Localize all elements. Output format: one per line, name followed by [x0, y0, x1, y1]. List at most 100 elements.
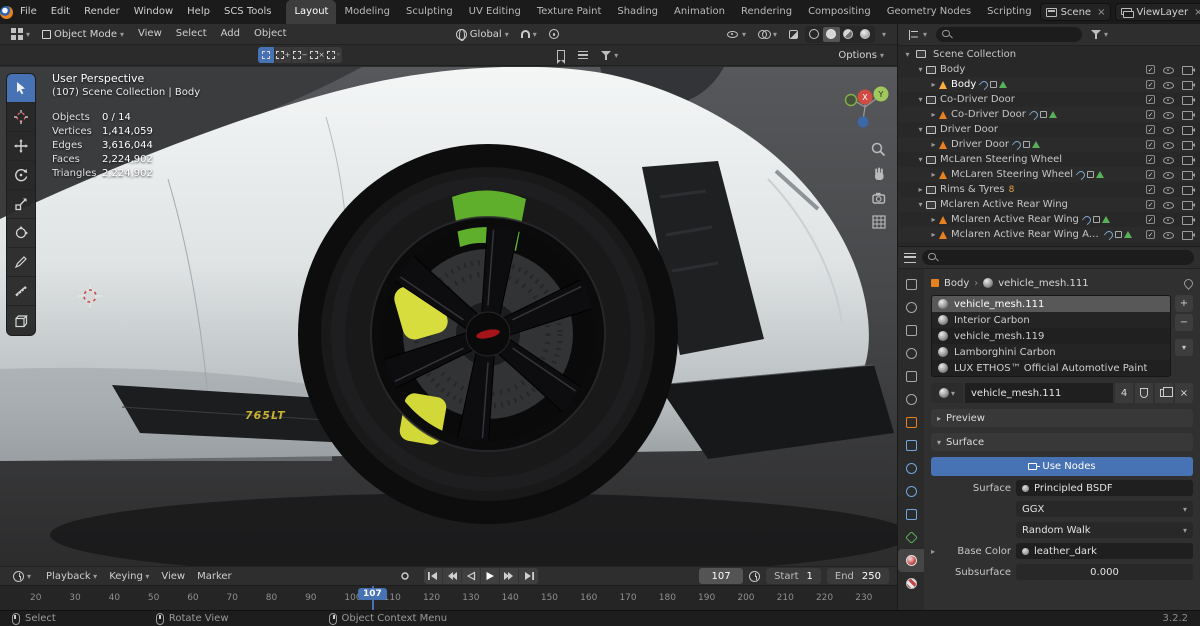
next-keyframe-button[interactable]	[500, 568, 520, 584]
workspace-tab[interactable]: Texture Paint	[529, 0, 610, 24]
workspace-tab[interactable]: Sculpting	[398, 0, 461, 24]
jump-to-start-button[interactable]	[424, 568, 444, 584]
jump-to-end-button[interactable]	[519, 568, 538, 584]
unlink-material-button[interactable]	[1175, 383, 1193, 403]
distribution-dropdown[interactable]: GGX	[1016, 501, 1193, 517]
selectable-checkbox-icon[interactable]	[1146, 95, 1155, 104]
selectable-checkbox-icon[interactable]	[1146, 65, 1155, 74]
material-slot[interactable]: Interior Carbon	[932, 312, 1170, 328]
timeline-editor-type-button[interactable]	[8, 567, 36, 585]
pan-hand-icon[interactable]	[870, 165, 888, 183]
world-tab[interactable]	[898, 388, 924, 411]
hide-in-viewport-eye-icon[interactable]	[1162, 139, 1175, 150]
menu-item[interactable]: Add	[214, 22, 247, 46]
disable-in-render-camera-icon[interactable]	[1182, 125, 1195, 135]
shading-rendered-button[interactable]	[857, 27, 874, 42]
selectable-checkbox-icon[interactable]	[1146, 80, 1155, 89]
constraints-tab[interactable]	[898, 503, 924, 526]
measure-tool[interactable]	[7, 277, 35, 306]
material-slot[interactable]: LUX ETHOS™ Official Automotive Paint	[932, 360, 1170, 376]
add-material-slot-button[interactable]	[1175, 295, 1193, 312]
navigation-gizmo[interactable]: X Y	[839, 81, 891, 136]
move-tool[interactable]	[7, 132, 35, 161]
properties-editor-icon[interactable]	[904, 252, 916, 263]
render-tab[interactable]	[898, 296, 924, 319]
expand-arrow-icon[interactable]: ▾	[902, 50, 913, 59]
workspace-tab[interactable]: Modeling	[336, 0, 398, 24]
disable-in-render-camera-icon[interactable]	[1182, 95, 1195, 105]
hide-in-viewport-eye-icon[interactable]	[1162, 184, 1175, 195]
menu-item[interactable]: Keying	[103, 567, 155, 586]
hide-in-viewport-eye-icon[interactable]	[1162, 94, 1175, 105]
hide-in-viewport-eye-icon[interactable]	[1162, 199, 1175, 210]
outliner-search-input[interactable]	[956, 29, 1077, 40]
menu-item[interactable]: SCS Tools	[217, 0, 279, 24]
blender-logo-icon[interactable]	[0, 0, 13, 24]
auto-keying-button[interactable]	[394, 567, 416, 585]
viewlayer-selector[interactable]: ViewLayer ×	[1115, 3, 1200, 21]
view-layer-tab[interactable]	[898, 342, 924, 365]
workspace-tab[interactable]: Shading	[609, 0, 666, 24]
menu-item[interactable]: Render	[77, 0, 127, 24]
outliner-row[interactable]: ▾ Driver Door	[898, 122, 1200, 137]
hide-in-viewport-eye-icon[interactable]	[1162, 229, 1175, 240]
proportional-editing-toggle[interactable]	[544, 25, 564, 43]
fake-user-shield-button[interactable]	[1135, 383, 1153, 403]
material-slot[interactable]: vehicle_mesh.119	[932, 328, 1170, 344]
play-button[interactable]	[481, 568, 501, 584]
hide-in-viewport-eye-icon[interactable]	[1162, 79, 1175, 90]
breadcrumb-material[interactable]: vehicle_mesh.111	[998, 278, 1088, 289]
zoom-icon[interactable]	[870, 141, 888, 159]
subsurface-method-dropdown[interactable]: Random Walk	[1016, 522, 1193, 538]
tool-tab[interactable]	[898, 273, 924, 296]
editor-type-button[interactable]	[6, 25, 35, 43]
subsurface-slider[interactable]: 0.000	[1016, 564, 1193, 580]
outliner-row[interactable]: ▾ Co-Driver Door	[898, 92, 1200, 107]
shading-solid-button[interactable]	[822, 26, 840, 42]
workspace-tab[interactable]: Animation	[666, 0, 733, 24]
selectable-checkbox-icon[interactable]	[1146, 140, 1155, 149]
expand-arrow-icon[interactable]: ▸	[928, 170, 939, 179]
material-users-count-button[interactable]: 4	[1115, 383, 1133, 403]
filter-button[interactable]	[596, 46, 623, 64]
expand-arrow-icon[interactable]: ▸	[915, 185, 926, 194]
outliner-row[interactable]: ▸ Mclaren Active Rear Wing	[898, 212, 1200, 227]
remove-viewlayer-icon[interactable]: ×	[1192, 7, 1200, 18]
workspace-tab[interactable]: Rendering	[733, 0, 800, 24]
select-mode-subtract-button[interactable]: −	[292, 47, 308, 63]
shading-wireframe-button[interactable]	[806, 27, 823, 42]
selectable-checkbox-icon[interactable]	[1146, 200, 1155, 209]
scene-collection-row[interactable]: ▾ Scene Collection	[898, 46, 1200, 62]
expand-arrow-icon[interactable]: ▾	[915, 65, 926, 74]
surface-panel-header[interactable]: Surface	[931, 433, 1193, 451]
hide-in-viewport-eye-icon[interactable]	[1162, 154, 1175, 165]
current-frame-field[interactable]: 107	[699, 568, 744, 584]
outliner-editor-type-button[interactable]	[904, 26, 932, 44]
expand-arrow-icon[interactable]: ▸	[928, 230, 939, 239]
expand-arrow-icon[interactable]: ▾	[915, 155, 926, 164]
expand-arrow-icon[interactable]: ▸	[928, 80, 939, 89]
bookmark-button[interactable]	[552, 46, 570, 64]
disable-in-render-camera-icon[interactable]	[1182, 80, 1195, 90]
menu-item[interactable]: Select	[169, 22, 214, 46]
scene-tab[interactable]	[898, 365, 924, 388]
hide-in-viewport-eye-icon[interactable]	[1162, 214, 1175, 225]
outliner-row[interactable]: ▾ Body	[898, 62, 1200, 77]
output-tab[interactable]	[898, 319, 924, 342]
workspace-tab[interactable]: Layout	[286, 0, 337, 24]
expand-arrow-icon[interactable]: ▾	[915, 95, 926, 104]
material-slot[interactable]: Lamborghini Carbon	[932, 344, 1170, 360]
outliner-row[interactable]: ▸ McLaren Steering Wheel	[898, 167, 1200, 182]
outliner-row[interactable]: ▸ Rims & Tyres 8	[898, 182, 1200, 197]
disable-in-render-camera-icon[interactable]	[1182, 65, 1195, 75]
new-material-button[interactable]	[1155, 383, 1173, 403]
object-tab[interactable]	[898, 411, 924, 434]
timeline-ruler[interactable]: 20 30 40 50 60 70 80 90 100 110 120 130 140 150 160 170…	[0, 585, 897, 610]
texture-tab[interactable]	[898, 572, 924, 595]
transform-tool[interactable]	[7, 219, 35, 248]
disable-in-render-camera-icon[interactable]	[1182, 185, 1195, 195]
outliner-row[interactable]: ▾ Mclaren Active Rear Wing	[898, 197, 1200, 212]
scene-selector[interactable]: Scene ×	[1039, 3, 1112, 21]
physics-tab[interactable]	[898, 480, 924, 503]
menu-item[interactable]: Edit	[44, 0, 77, 24]
